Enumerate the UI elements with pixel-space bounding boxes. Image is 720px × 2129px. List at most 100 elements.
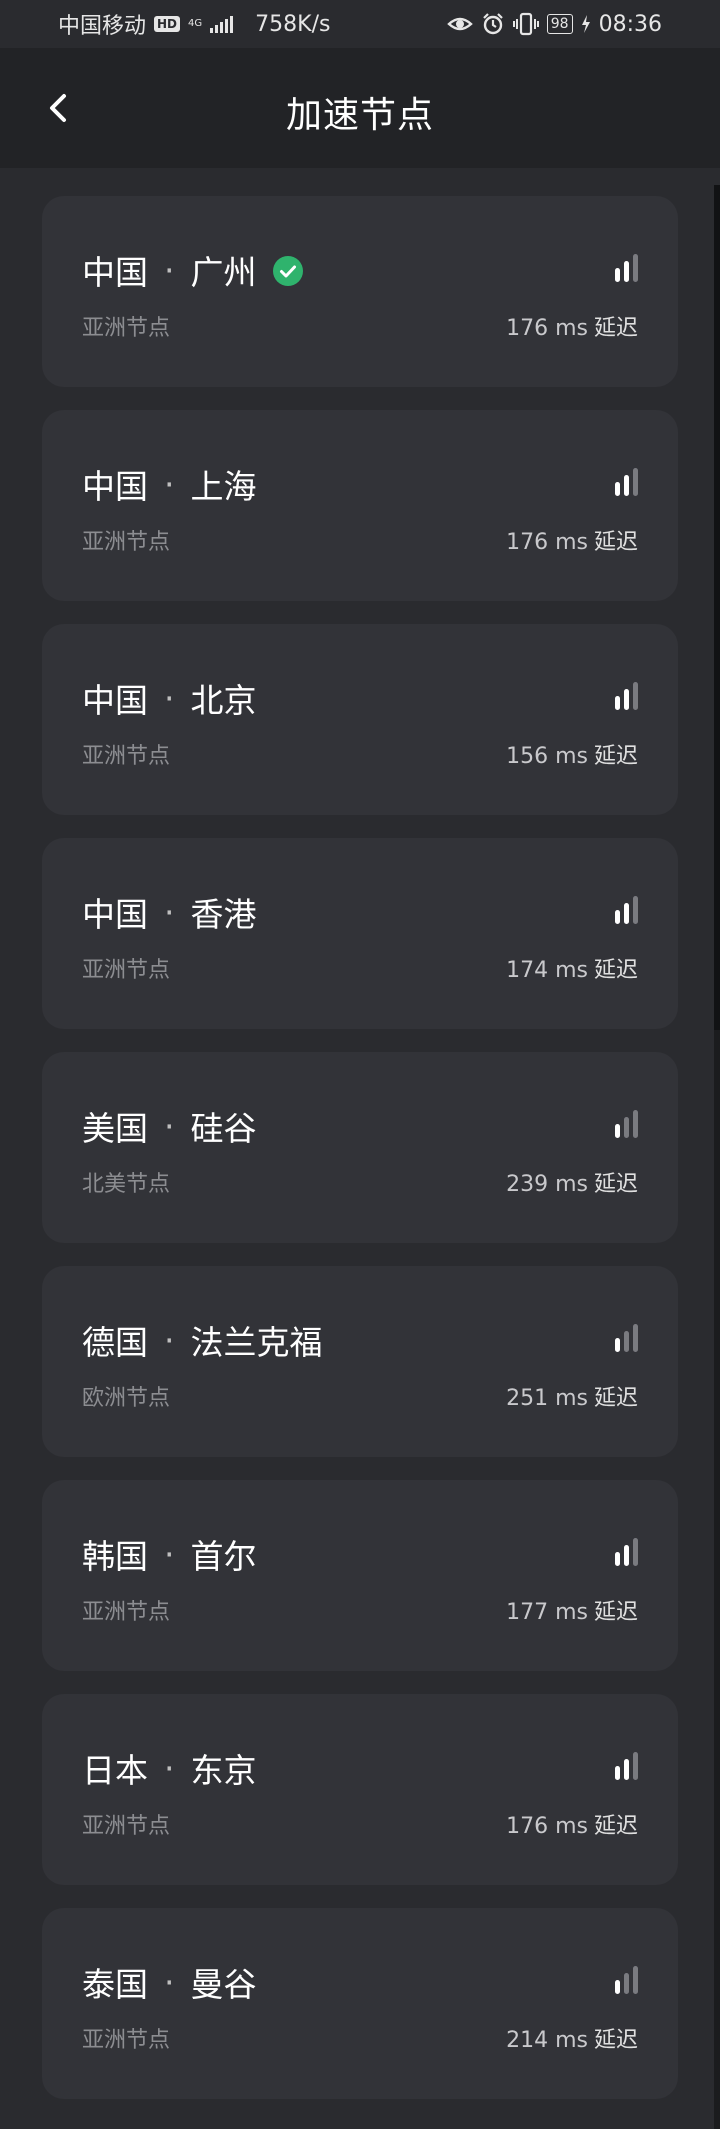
eye-icon bbox=[446, 14, 473, 34]
node-region: 亚洲节点 bbox=[82, 530, 171, 555]
node-card-7[interactable]: 日本 · 东京 亚洲节点 176 ms 延迟 bbox=[42, 1694, 678, 1885]
signal-bar bbox=[633, 1110, 638, 1138]
battery-level: 98 bbox=[546, 14, 573, 34]
latency-value: 176 ms bbox=[506, 316, 588, 341]
latency-label: 延迟 bbox=[593, 958, 638, 983]
node-card-8[interactable]: 泰国 · 曼谷 亚洲节点 214 ms 延迟 bbox=[42, 1908, 678, 2099]
signal-bar bbox=[624, 475, 629, 496]
latency-value: 214 ms bbox=[506, 2028, 588, 2053]
signal-bar bbox=[633, 468, 638, 496]
node-city: 上海 bbox=[190, 467, 257, 506]
scrollbar-thumb[interactable] bbox=[714, 185, 720, 1030]
latency-label: 延迟 bbox=[593, 530, 638, 555]
node-latency: 174 ms 延迟 bbox=[506, 952, 638, 984]
node-separator: · bbox=[164, 464, 175, 504]
node-card-0[interactable]: 中国 · 广州 亚洲节点 176 ms 延迟 bbox=[42, 196, 678, 387]
node-name: 中国 · 北京 bbox=[82, 674, 257, 722]
latency-label: 延迟 bbox=[593, 1172, 638, 1197]
latency-value: 239 ms bbox=[506, 1172, 588, 1197]
carrier-name: 中国移动 bbox=[58, 14, 147, 39]
vibrate-icon bbox=[512, 12, 539, 36]
node-region: 亚洲节点 bbox=[82, 2028, 171, 2053]
signal-bar bbox=[615, 1980, 620, 1994]
signal-strength-icon bbox=[615, 1752, 638, 1780]
node-list: 中国 · 广州 亚洲节点 176 ms 延迟 中国 · 上海 亚洲节点 176 … bbox=[42, 196, 678, 2122]
signal-bar bbox=[615, 696, 620, 710]
signal-strength-icon bbox=[615, 896, 638, 924]
node-region: 亚洲节点 bbox=[82, 958, 171, 983]
latency-label: 延迟 bbox=[593, 744, 638, 769]
signal-bar bbox=[633, 254, 638, 282]
node-country: 中国 bbox=[82, 253, 148, 292]
node-name: 中国 · 香港 bbox=[82, 888, 257, 936]
signal-bar bbox=[624, 689, 629, 710]
node-card-2[interactable]: 中国 · 北京 亚洲节点 156 ms 延迟 bbox=[42, 624, 678, 815]
node-region: 亚洲节点 bbox=[82, 1600, 171, 1625]
node-country: 韩国 bbox=[82, 1537, 148, 1576]
signal-bar bbox=[624, 1545, 629, 1566]
node-city: 北京 bbox=[190, 681, 257, 720]
signal-strength-icon bbox=[615, 1110, 638, 1138]
node-latency: 177 ms 延迟 bbox=[506, 1594, 638, 1626]
network-speed: 758K/s bbox=[255, 11, 331, 37]
signal-bar bbox=[633, 682, 638, 710]
signal-bar bbox=[615, 1124, 620, 1138]
signal-strength-icon bbox=[615, 1538, 638, 1566]
charging-icon bbox=[581, 14, 591, 34]
node-separator: · bbox=[164, 1748, 175, 1788]
network-type-label: 4G bbox=[188, 18, 203, 29]
signal-bar bbox=[615, 1338, 620, 1352]
status-bar-left: 中国移动 HD 4G 758K/s bbox=[58, 8, 330, 40]
node-name: 中国 · 广州 bbox=[82, 246, 303, 294]
node-region: 亚洲节点 bbox=[82, 1814, 171, 1839]
node-country: 中国 bbox=[82, 895, 148, 934]
node-separator: · bbox=[164, 678, 175, 718]
node-latency: 176 ms 延迟 bbox=[506, 1808, 638, 1840]
node-region: 北美节点 bbox=[82, 1172, 171, 1197]
node-city: 东京 bbox=[190, 1751, 257, 1790]
latency-value: 177 ms bbox=[506, 1600, 588, 1625]
signal-bar bbox=[624, 1973, 629, 1994]
alarm-icon bbox=[481, 12, 505, 36]
node-card-3[interactable]: 中国 · 香港 亚洲节点 174 ms 延迟 bbox=[42, 838, 678, 1029]
node-card-1[interactable]: 中国 · 上海 亚洲节点 176 ms 延迟 bbox=[42, 410, 678, 601]
node-name: 中国 · 上海 bbox=[82, 460, 257, 508]
latency-value: 251 ms bbox=[506, 1386, 588, 1411]
node-region: 欧洲节点 bbox=[82, 1386, 171, 1411]
signal-bar bbox=[633, 1752, 638, 1780]
signal-bar bbox=[615, 910, 620, 924]
signal-bar bbox=[615, 1766, 620, 1780]
node-country: 泰国 bbox=[82, 1965, 148, 2004]
signal-bar bbox=[633, 1966, 638, 1994]
status-bar: 中国移动 HD 4G 758K/s 98 08:36 bbox=[0, 0, 720, 48]
latency-value: 176 ms bbox=[506, 1814, 588, 1839]
node-card-6[interactable]: 韩国 · 首尔 亚洲节点 177 ms 延迟 bbox=[42, 1480, 678, 1671]
node-region: 亚洲节点 bbox=[82, 316, 171, 341]
signal-bar bbox=[624, 1331, 629, 1352]
node-city: 曼谷 bbox=[190, 1965, 257, 2004]
node-country: 中国 bbox=[82, 681, 148, 720]
node-separator: · bbox=[164, 1962, 175, 2002]
latency-label: 延迟 bbox=[593, 1386, 638, 1411]
node-latency: 156 ms 延迟 bbox=[506, 738, 638, 770]
node-country: 中国 bbox=[82, 467, 148, 506]
node-latency: 214 ms 延迟 bbox=[506, 2022, 638, 2054]
status-bar-right: 98 08:36 bbox=[446, 12, 662, 37]
hd-badge: HD bbox=[154, 16, 181, 32]
signal-strength-icon bbox=[615, 682, 638, 710]
node-city: 香港 bbox=[190, 895, 257, 934]
cell-signal-icon bbox=[210, 15, 234, 33]
node-latency: 176 ms 延迟 bbox=[506, 524, 638, 556]
network-type: 4G bbox=[188, 19, 202, 29]
node-city: 广州 bbox=[190, 253, 257, 292]
signal-bar bbox=[615, 268, 620, 282]
latency-value: 156 ms bbox=[506, 744, 588, 769]
signal-strength-icon bbox=[615, 468, 638, 496]
node-country: 日本 bbox=[82, 1751, 148, 1790]
page-title: 加速节点 bbox=[285, 95, 434, 136]
node-separator: · bbox=[164, 1534, 175, 1574]
signal-bar bbox=[615, 482, 620, 496]
node-card-5[interactable]: 德国 · 法兰克福 欧洲节点 251 ms 延迟 bbox=[42, 1266, 678, 1457]
node-separator: · bbox=[164, 1106, 175, 1146]
node-card-4[interactable]: 美国 · 硅谷 北美节点 239 ms 延迟 bbox=[42, 1052, 678, 1243]
